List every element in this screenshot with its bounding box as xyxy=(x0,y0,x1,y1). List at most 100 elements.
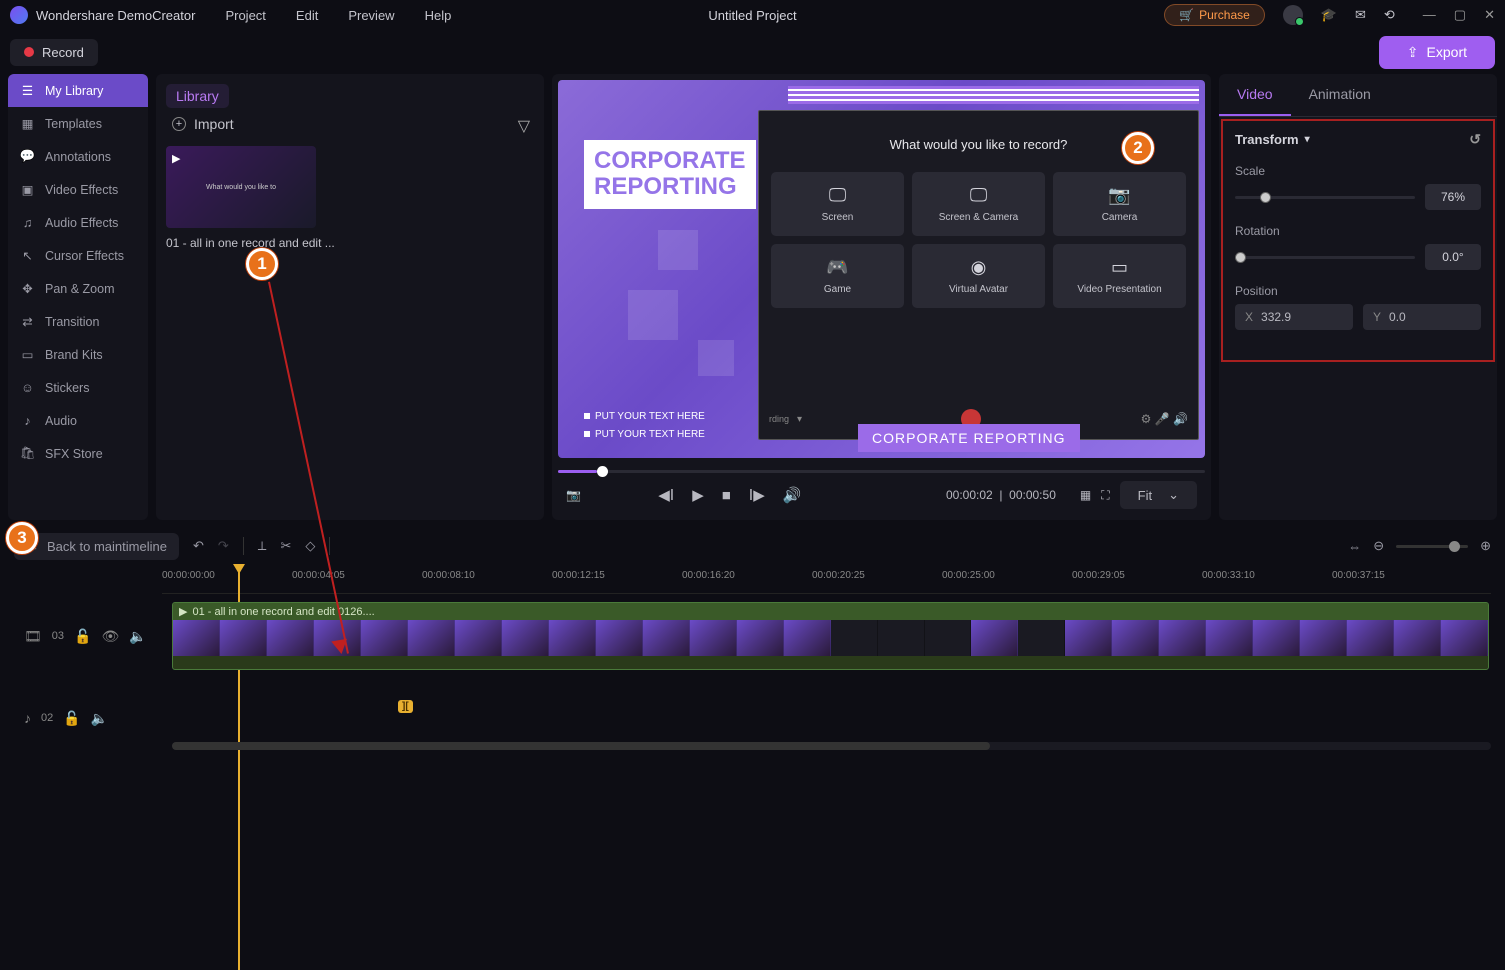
import-button[interactable]: + Import xyxy=(166,108,534,140)
marker-icon[interactable]: ◇ xyxy=(305,538,315,554)
split-icon[interactable]: ✂ xyxy=(280,538,291,554)
ruler-tick: 00:00:20:25 xyxy=(812,570,865,581)
zoom-in-icon[interactable]: ⊕ xyxy=(1480,538,1491,554)
sidebar-item-stickers[interactable]: ☺Stickers xyxy=(8,371,148,404)
menu-help[interactable]: Help xyxy=(425,8,452,23)
library-tab[interactable]: Library xyxy=(166,84,229,108)
timeline-scrollbar[interactable] xyxy=(172,742,1491,750)
corporate-banner: CORPORATE REPORTING xyxy=(858,424,1080,452)
ruler-tick: 00:00:16:20 xyxy=(682,570,735,581)
maximize-icon[interactable]: ▢ xyxy=(1454,7,1466,23)
timeline-ruler[interactable]: 00:00:00:0000:00:04:0500:00:08:1000:00:1… xyxy=(162,566,1491,594)
sidebar-item-audioeffects[interactable]: ♫Audio Effects xyxy=(8,206,148,239)
crop-icon[interactable]: ⟂ xyxy=(258,538,267,554)
mail-icon[interactable]: ✉ xyxy=(1355,7,1366,23)
eye-icon[interactable]: 👁 xyxy=(101,628,119,645)
timeline: 00:00:00:0000:00:04:0500:00:08:1000:00:1… xyxy=(0,566,1505,750)
chevron-down-icon[interactable]: ▾ xyxy=(1305,134,1310,145)
sidebar-item-panzoom[interactable]: ✥Pan & Zoom xyxy=(8,272,148,305)
redo-icon[interactable]: ↷ xyxy=(218,538,229,554)
ruler-tick: 00:00:29:05 xyxy=(1072,570,1125,581)
rotation-label: Rotation xyxy=(1235,224,1481,238)
prev-frame-icon[interactable]: ◀Ⅰ xyxy=(658,486,674,504)
video-track: 🎞 03 🔓 👁 🔈 ][ ▶01 - all in one record an… xyxy=(14,600,1491,672)
stripe-decoration xyxy=(788,86,1199,104)
purchase-button[interactable]: 🛒 Purchase xyxy=(1164,4,1265,26)
fit-width-icon[interactable]: ⇔ xyxy=(1348,539,1361,554)
close-icon[interactable]: ✕ xyxy=(1484,7,1495,23)
grid-icon[interactable]: ▦ xyxy=(1080,488,1091,502)
graduation-icon[interactable]: 🎓 xyxy=(1321,7,1337,23)
back-button[interactable]: ← Back to maintimeline xyxy=(14,533,179,560)
snapshot-icon[interactable]: 📷 xyxy=(566,488,581,502)
play-icon[interactable]: ▶ xyxy=(692,486,704,504)
speech-icon: 💬 xyxy=(20,149,35,164)
export-button[interactable]: ⇪ Export xyxy=(1379,36,1495,69)
sidebar-item-audio[interactable]: ♪Audio xyxy=(8,404,148,437)
sidebar-item-brandkits[interactable]: ▭Brand Kits xyxy=(8,338,148,371)
ruler-tick: 00:00:04:05 xyxy=(292,570,345,581)
minimize-icon[interactable]: — xyxy=(1423,7,1436,23)
app-logo-icon xyxy=(10,6,28,24)
fit-dropdown[interactable]: Fit ⌄ xyxy=(1120,481,1197,509)
move-icon: ✥ xyxy=(20,281,35,296)
lock-icon[interactable]: 🔓 xyxy=(74,628,91,645)
track-number: 03 xyxy=(52,630,64,642)
library-panel: Library ▽ + Import ▶ What would you like… xyxy=(156,74,544,520)
lock-icon[interactable]: 🔓 xyxy=(63,710,80,727)
rotation-slider[interactable] xyxy=(1235,256,1415,259)
sidebar-item-templates[interactable]: ▦Templates xyxy=(8,107,148,140)
callout-3: 3 xyxy=(6,522,38,554)
menu-edit[interactable]: Edit xyxy=(296,8,318,23)
mute-icon[interactable]: 🔈 xyxy=(129,628,146,645)
sidebar-item-transition[interactable]: ⇄Transition xyxy=(8,305,148,338)
menu-preview[interactable]: Preview xyxy=(348,8,394,23)
stack-icon: ☰ xyxy=(20,83,35,98)
scrub-bar[interactable] xyxy=(558,466,1205,476)
sidebar-item-label: Video Effects xyxy=(45,183,118,197)
video-icon: ▣ xyxy=(20,182,35,197)
record-button[interactable]: Record xyxy=(10,39,98,66)
zoom-out-icon[interactable]: ⊖ xyxy=(1373,538,1384,554)
scale-label: Scale xyxy=(1235,164,1481,178)
zoom-slider[interactable] xyxy=(1396,545,1468,548)
headset-icon[interactable]: ⟲ xyxy=(1384,7,1395,23)
volume-icon[interactable]: 🔊 xyxy=(783,486,802,504)
rotation-value[interactable]: 0.0° xyxy=(1425,244,1481,270)
ruler-tick: 00:00:25:00 xyxy=(942,570,995,581)
mute-icon[interactable]: 🔈 xyxy=(91,710,108,727)
stop-icon[interactable]: ■ xyxy=(722,487,731,504)
next-frame-icon[interactable]: Ⅰ▶ xyxy=(749,486,765,504)
smile-icon: ☺ xyxy=(20,380,35,395)
sidebar-item-mylibrary[interactable]: ☰My Library xyxy=(8,74,148,107)
sidebar-item-label: Transition xyxy=(45,315,99,329)
tab-video[interactable]: Video xyxy=(1219,74,1291,116)
sidebar-item-videoeffects[interactable]: ▣ Video Effects xyxy=(8,173,148,206)
chevron-down-icon: ⌄ xyxy=(1168,487,1179,503)
clip-thumbnail[interactable]: ▶ What would you like to xyxy=(166,146,316,228)
sidebar-item-sfxstore[interactable]: 🛍SFX Store xyxy=(8,437,148,470)
timeline-clip[interactable]: ▶01 - all in one record and edit 0126...… xyxy=(172,602,1489,670)
tab-animation[interactable]: Animation xyxy=(1291,74,1389,116)
transform-heading: Transform xyxy=(1235,132,1299,147)
undo-icon[interactable]: ↶ xyxy=(193,538,204,554)
position-x-field[interactable]: X332.9 xyxy=(1235,304,1353,330)
placeholder-text-2: PUT YOUR TEXT HERE xyxy=(584,429,705,440)
sidebar-item-annotations[interactable]: 💬Annotations xyxy=(8,140,148,173)
reset-icon[interactable]: ↺ xyxy=(1469,131,1481,148)
titlebar: Wondershare DemoCreator Project Edit Pre… xyxy=(0,0,1505,30)
purchase-label: Purchase xyxy=(1199,8,1250,22)
transform-section: Transform ▾ ↺ Scale 76% Rotation 0.0° Po xyxy=(1221,119,1495,362)
preview-canvas[interactable]: CORPORATEREPORTING PUT YOUR TEXT HERE PU… xyxy=(558,80,1205,458)
scale-value[interactable]: 76% xyxy=(1425,184,1481,210)
user-avatar-icon[interactable] xyxy=(1283,5,1303,25)
menu-project[interactable]: Project xyxy=(225,8,265,23)
music-icon: ♪ xyxy=(20,413,35,428)
fullscreen-icon[interactable]: ⛶ xyxy=(1101,488,1109,503)
sidebar-item-cursoreffects[interactable]: ↖Cursor Effects xyxy=(8,239,148,272)
play-icon: ▶ xyxy=(172,152,180,165)
position-y-field[interactable]: Y0.0 xyxy=(1363,304,1481,330)
monitor-camera-icon: 🖵 xyxy=(970,185,987,206)
scale-slider[interactable] xyxy=(1235,196,1415,199)
filter-icon[interactable]: ▽ xyxy=(518,116,530,136)
